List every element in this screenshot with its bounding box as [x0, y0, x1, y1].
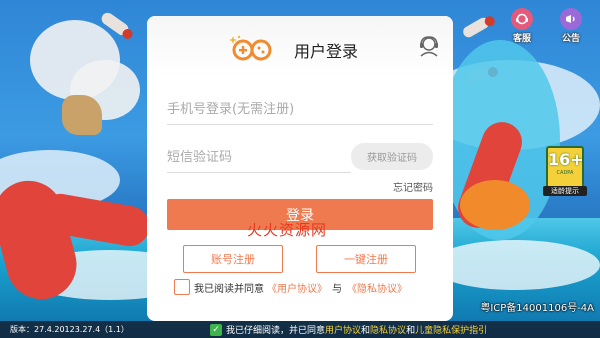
- announcement-label: 公告: [561, 34, 580, 44]
- icp-license: 粤ICP备14001106号-4A: [480, 303, 594, 314]
- footer-privacy-link[interactable]: 隐私协议: [370, 323, 406, 336]
- age-rating-label: 适龄提示: [543, 186, 587, 196]
- rocket: [461, 15, 491, 40]
- footer-and: 和: [361, 326, 371, 336]
- footer-child-privacy-link[interactable]: 儿童隐私保护指引: [415, 323, 487, 336]
- announcement-button[interactable]: 公告: [554, 8, 588, 44]
- get-code-button[interactable]: 获取验证码: [351, 143, 433, 170]
- customer-support-icon[interactable]: [417, 34, 441, 58]
- login-button[interactable]: 登录: [167, 199, 433, 230]
- customer-service-icon: [511, 8, 533, 30]
- gamepad-logo-icon: [229, 35, 272, 61]
- forgot-password-link[interactable]: 忘记密码: [393, 179, 433, 194]
- footer-agree-checkbox-icon[interactable]: ✓: [210, 323, 222, 336]
- phone-field-container: [167, 96, 433, 125]
- customer-service-label: 客服: [512, 34, 531, 44]
- agreement-row: 我已阅读并同意 《用户协议》 与 《隐私协议》: [174, 279, 407, 295]
- agree-prefix: 我已阅读并同意: [194, 283, 264, 295]
- dialog-title: 用户登录: [294, 42, 359, 61]
- version-text: 版本：27.4.20123.27.4（1.1）: [10, 325, 129, 334]
- phone-input[interactable]: [167, 96, 433, 122]
- user-agreement-link[interactable]: 《用户协议》: [267, 280, 327, 295]
- agree-checkbox[interactable]: [174, 279, 190, 295]
- agree-and: 与: [332, 283, 342, 295]
- wave: [430, 240, 600, 290]
- footer-agree-prefix: 我已仔细阅读，并已同意: [226, 326, 326, 336]
- footer-agreement: ✓ 我已仔细阅读，并已同意 用户协议 和 隐私协议 和 儿童隐私保护指引: [210, 323, 487, 336]
- login-dialog: 用户登录 获取验证码 忘记密码 登录 火火资源网 账号注册 一键注册 我已阅读并…: [147, 16, 453, 321]
- rock: [62, 95, 102, 135]
- customer-service-button[interactable]: 客服: [505, 8, 539, 44]
- footer-and: 和: [406, 326, 416, 336]
- code-field-container: [167, 144, 351, 173]
- privacy-agreement-link[interactable]: 《隐私协议》: [347, 280, 407, 295]
- pufferfish: [460, 180, 530, 230]
- age-rating-number: 16+: [548, 150, 584, 169]
- dialog-header: 用户登录: [147, 16, 453, 78]
- onekey-register-button[interactable]: 一键注册: [316, 245, 416, 273]
- footer-user-agreement-link[interactable]: 用户协议: [325, 323, 361, 336]
- sms-code-input[interactable]: [167, 144, 351, 170]
- age-rating-org: CADPA: [556, 170, 574, 176]
- announcement-icon: [560, 8, 582, 30]
- account-register-button[interactable]: 账号注册: [183, 245, 283, 273]
- age-rating-badge: 16+ CADPA: [546, 146, 584, 190]
